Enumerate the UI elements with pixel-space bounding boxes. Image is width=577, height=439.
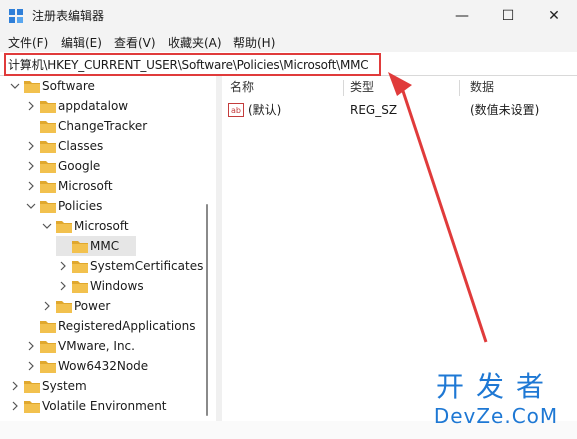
value-name: (默认) bbox=[248, 103, 282, 117]
title-bar: 注册表编辑器 — ☐ ✕ bbox=[0, 0, 577, 32]
folder-icon bbox=[72, 281, 88, 293]
tree-item[interactable]: Software bbox=[8, 76, 190, 96]
tree-item-label: Classes bbox=[58, 139, 104, 153]
menu-help[interactable]: 帮助(H) bbox=[233, 34, 275, 51]
folder-open-icon bbox=[24, 81, 40, 93]
watermark-line1: 开发者 bbox=[435, 370, 556, 403]
tree-item-label: Volatile Environment bbox=[42, 399, 167, 413]
tree-item[interactable]: RegisteredApplications bbox=[24, 316, 195, 336]
chevron-right-icon[interactable] bbox=[24, 136, 38, 156]
minimize-button[interactable]: — bbox=[439, 0, 485, 32]
folder-icon bbox=[40, 121, 56, 133]
string-value-icon-glyph: ab bbox=[231, 106, 241, 115]
folder-open-icon bbox=[40, 201, 56, 213]
tree-item[interactable]: Microsoft bbox=[24, 176, 190, 196]
regedit-app-icon bbox=[9, 9, 23, 23]
watermark-logo: 开发者 DevZe.CoM bbox=[420, 370, 572, 436]
address-path: 计算机\HKEY_CURRENT_USER\Software\Policies\… bbox=[8, 58, 369, 72]
address-input[interactable]: 计算机\HKEY_CURRENT_USER\Software\Policies\… bbox=[4, 53, 381, 76]
tree-item[interactable]: Windows bbox=[56, 276, 190, 296]
tree-item[interactable]: Wow6432Node bbox=[24, 356, 190, 376]
tree-item[interactable]: Microsoft bbox=[40, 216, 190, 236]
tree-item[interactable]: Policies bbox=[24, 196, 190, 216]
key-tree-pane: Software appdatalow ChangeTracker Classes Go… bbox=[0, 76, 215, 421]
chevron-right-icon[interactable] bbox=[8, 396, 22, 416]
column-header-name[interactable]: 名称 bbox=[230, 78, 254, 95]
tree-item-label: SystemCertificates bbox=[90, 259, 204, 273]
folder-icon bbox=[40, 161, 56, 173]
folder-icon bbox=[72, 261, 88, 273]
menu-bar: 文件(F) 编辑(E) 查看(V) 收藏夹(A) 帮助(H) bbox=[0, 32, 577, 52]
chevron-right-icon[interactable] bbox=[56, 256, 70, 276]
address-bar: 计算机\HKEY_CURRENT_USER\Software\Policies\… bbox=[0, 52, 577, 76]
folder-icon bbox=[72, 241, 88, 253]
window-title: 注册表编辑器 bbox=[32, 9, 105, 23]
tree-item[interactable]: System bbox=[8, 376, 190, 396]
chevron-right-icon[interactable] bbox=[24, 356, 38, 376]
value-type: REG_SZ bbox=[350, 103, 398, 117]
tree-item[interactable]: ChangeTracker bbox=[24, 116, 190, 136]
tree-item-label: Wow6432Node bbox=[58, 359, 149, 373]
tree-item-label: Software bbox=[42, 79, 95, 93]
folder-icon bbox=[24, 401, 40, 413]
folder-icon bbox=[24, 381, 40, 393]
chevron-down-icon[interactable] bbox=[40, 216, 54, 236]
tree-item[interactable]: Classes bbox=[24, 136, 190, 156]
tree-scrollbar-thumb[interactable] bbox=[206, 204, 208, 416]
column-separator[interactable] bbox=[459, 80, 460, 96]
watermark-line2: DevZe.CoM bbox=[433, 404, 559, 428]
chevron-right-icon[interactable] bbox=[24, 96, 38, 116]
value-data: (数值未设置) bbox=[470, 103, 540, 117]
close-button[interactable]: ✕ bbox=[531, 0, 577, 32]
column-separator[interactable] bbox=[343, 80, 344, 96]
tree-item-label: appdatalow bbox=[58, 99, 129, 113]
folder-icon bbox=[40, 341, 56, 353]
chevron-right-icon[interactable] bbox=[40, 296, 54, 316]
folder-icon bbox=[40, 181, 56, 193]
menu-file[interactable]: 文件(F) bbox=[8, 34, 48, 51]
string-value-icon: ab bbox=[228, 103, 244, 117]
chevron-right-icon[interactable] bbox=[8, 376, 22, 396]
value-row[interactable]: ab (默认) REG_SZ (数值未设置) bbox=[228, 100, 573, 120]
chevron-down-icon[interactable] bbox=[24, 196, 38, 216]
folder-icon bbox=[40, 361, 56, 373]
tree-item[interactable]: VMware, Inc. bbox=[24, 336, 190, 356]
tree-item-label: RegisteredApplications bbox=[58, 319, 196, 333]
menu-view[interactable]: 查看(V) bbox=[114, 34, 156, 51]
tree-item[interactable]: Google bbox=[24, 156, 190, 176]
folder-icon bbox=[40, 321, 56, 333]
menu-edit[interactable]: 编辑(E) bbox=[61, 34, 102, 51]
tree-item-label: Google bbox=[58, 159, 101, 173]
chevron-right-icon[interactable] bbox=[24, 176, 38, 196]
column-header-type[interactable]: 类型 bbox=[350, 78, 374, 95]
tree-item[interactable]: Power bbox=[40, 296, 190, 316]
tree-item-label: MMC bbox=[90, 239, 120, 253]
tree-item-label: ChangeTracker bbox=[58, 119, 148, 133]
chevron-right-icon[interactable] bbox=[24, 156, 38, 176]
tree-item[interactable]: SystemCertificates bbox=[56, 256, 203, 276]
chevron-down-icon[interactable] bbox=[8, 76, 22, 96]
folder-icon bbox=[40, 141, 56, 153]
tree-item[interactable]: appdatalow bbox=[24, 96, 190, 116]
tree-item[interactable]: Volatile Environment bbox=[8, 396, 190, 416]
tree-item-label: Power bbox=[74, 299, 111, 313]
tree-item[interactable]: MMC bbox=[56, 236, 136, 256]
column-header-data[interactable]: 数据 bbox=[470, 78, 494, 95]
tree-item-label: System bbox=[42, 379, 87, 393]
tree-item-label: Microsoft bbox=[74, 219, 129, 233]
menu-favorites[interactable]: 收藏夹(A) bbox=[168, 34, 222, 51]
tree-item-label: Microsoft bbox=[58, 179, 113, 193]
tree-item-label: Windows bbox=[90, 279, 144, 293]
tree-item-label: VMware, Inc. bbox=[58, 339, 135, 353]
folder-icon bbox=[56, 301, 72, 313]
maximize-button[interactable]: ☐ bbox=[485, 0, 531, 32]
chevron-right-icon[interactable] bbox=[24, 336, 38, 356]
folder-icon bbox=[40, 101, 56, 113]
folder-open-icon bbox=[56, 221, 72, 233]
chevron-right-icon[interactable] bbox=[56, 276, 70, 296]
tree-item-label: Policies bbox=[58, 199, 103, 213]
